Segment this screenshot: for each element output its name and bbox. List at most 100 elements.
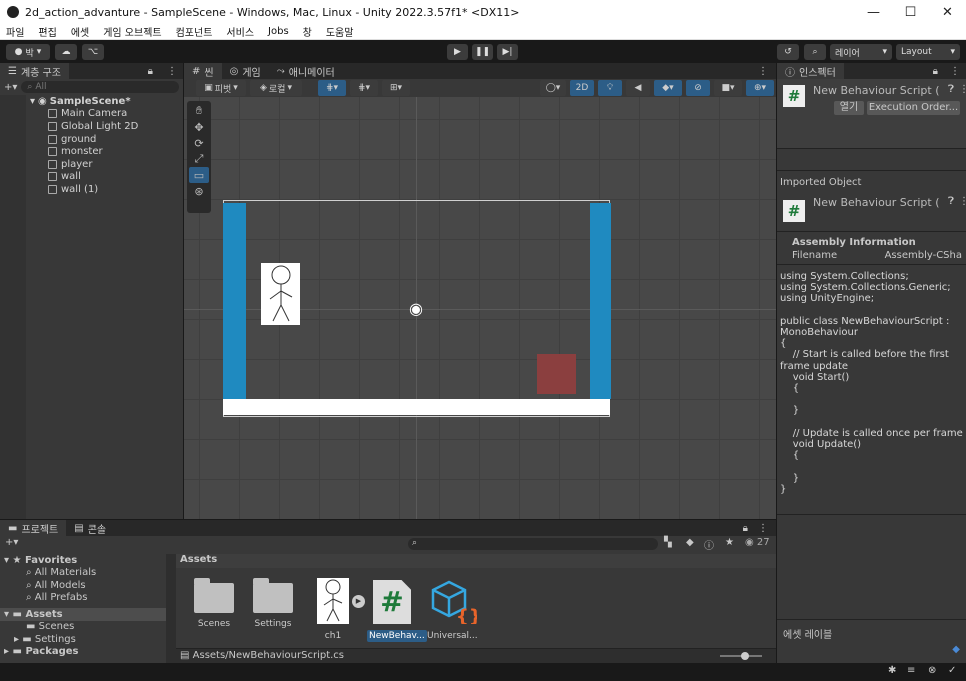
bug-icon[interactable]: ⊗	[928, 665, 936, 676]
menu-gameobject[interactable]: 게임 오브젝트	[103, 24, 161, 39]
hierarchy-item[interactable]: monster	[48, 145, 180, 158]
wall-right[interactable]	[590, 203, 611, 399]
menu-help[interactable]: 도움말	[326, 24, 354, 39]
hierarchy-search-input[interactable]: ⌕ All	[21, 81, 179, 93]
menu-window[interactable]: 창	[303, 24, 312, 39]
increment-snap-button[interactable]: ⋕▾	[350, 80, 378, 96]
audio-toggle[interactable]: ◀	[626, 80, 650, 96]
hierarchy-item[interactable]: Main Camera	[48, 108, 180, 121]
scene-viewport[interactable]: ◉ ✋︎ ✥ ⟳ ⤢ ▭ ⊛	[184, 97, 776, 519]
pivot-dropdown[interactable]: ▣ 피벗 ▾	[196, 80, 246, 96]
more-icon[interactable]: ⋮	[167, 66, 177, 77]
asset-settings-folder[interactable]: Settings	[248, 578, 298, 629]
tab-hierarchy[interactable]: ☰ 계층 구조	[0, 63, 69, 79]
favorites-row[interactable]: ▾ ★ Favorites	[0, 554, 166, 567]
menu-services[interactable]: 서비스	[226, 24, 254, 39]
expand-play-icon[interactable]: ▶	[352, 595, 365, 608]
account-button[interactable]: ● 박 ▾	[6, 44, 50, 60]
ground[interactable]	[223, 399, 610, 415]
tab-inspector[interactable]: ⓘ 인스펙터	[777, 63, 844, 79]
rect-tool-icon[interactable]: ▭	[189, 167, 209, 183]
project-search-input[interactable]: ⌕	[408, 538, 658, 550]
close-button[interactable]: ✕	[929, 5, 966, 20]
stack-icon[interactable]: ≡	[907, 665, 915, 676]
info-icon[interactable]: ⓘ	[704, 537, 714, 552]
grid-snap-button[interactable]: ⋕▾	[318, 80, 346, 96]
minimize-button[interactable]: —	[855, 5, 892, 20]
local-dropdown[interactable]: ◈ 로컬 ▾	[250, 80, 302, 96]
add-button[interactable]: +▾	[5, 537, 18, 548]
menu-assets[interactable]: 에셋	[71, 24, 89, 39]
zoom-slider[interactable]	[720, 652, 762, 660]
monster-sprite[interactable]	[537, 354, 576, 394]
camera-button[interactable]: ■▾	[714, 80, 742, 96]
tab-animator[interactable]: ⤳ 애니메이터	[269, 63, 343, 79]
tree-scrollbar[interactable]	[166, 554, 176, 663]
cloud-button[interactable]: ☁	[55, 44, 77, 60]
hierarchy-item[interactable]: Global Light 2D	[48, 120, 180, 133]
transform-tool-icon[interactable]: ⊛	[189, 183, 209, 199]
lock-icon[interactable]: 🔒︎	[743, 523, 748, 534]
hierarchy-item[interactable]: wall (1)	[48, 183, 180, 196]
play-button[interactable]: ▶	[447, 44, 468, 60]
collab-button[interactable]: ⌥	[82, 44, 104, 60]
menu-file[interactable]: 파일	[6, 24, 24, 39]
tab-game[interactable]: ◎ 게임	[222, 63, 269, 79]
label-filter-icon[interactable]: ◆	[686, 537, 694, 548]
scene-row[interactable]: ▾ ◉ SampleScene*	[30, 95, 180, 108]
help-icon[interactable]: ❓︎	[948, 84, 954, 95]
execution-order-button[interactable]: Execution Order...	[867, 101, 960, 115]
camera-gizmo-icon[interactable]: ◉	[406, 299, 426, 319]
gizmos-button[interactable]: ⊕▾	[746, 80, 774, 96]
lock-icon[interactable]: 🔒︎	[933, 66, 938, 77]
menu-component[interactable]: 컴포넌트	[176, 24, 213, 39]
lock-icon[interactable]: 🔒︎	[148, 66, 153, 77]
effects-toggle[interactable]: ◆▾	[654, 80, 682, 96]
favorite-item[interactable]: ⌕ All Prefabs	[0, 592, 166, 605]
2d-toggle[interactable]: 2D	[570, 80, 594, 96]
folder-item[interactable]: ▬ Scenes	[0, 621, 166, 634]
tag-icon[interactable]: ◆	[952, 644, 960, 655]
check-icon[interactable]: ✓	[948, 665, 956, 676]
tab-scene[interactable]: # 씬	[184, 63, 222, 79]
add-button[interactable]: +▾	[4, 82, 17, 93]
tab-console[interactable]: ▤ 콘솔	[66, 520, 114, 536]
more-icon[interactable]: ⋮	[959, 196, 966, 207]
shading-mode-button[interactable]: ◯▾	[540, 80, 566, 96]
tab-project[interactable]: ▬ 프로젝트	[0, 520, 67, 536]
breadcrumb[interactable]: Assets	[176, 554, 776, 568]
player-sprite[interactable]	[261, 263, 300, 325]
more-icon[interactable]: ⋮	[950, 66, 960, 77]
asset-scenes-folder[interactable]: Scenes	[189, 578, 239, 629]
assets-root-row[interactable]: ▾ ▬ Assets	[0, 608, 166, 621]
move-tool-icon[interactable]: ✥	[189, 119, 209, 135]
history-button[interactable]: ↺	[777, 44, 799, 60]
wall-left[interactable]	[223, 203, 246, 399]
asset-ch1-sprite[interactable]: ch1 ▶	[308, 578, 365, 641]
star-icon[interactable]: ★	[725, 537, 734, 548]
favorite-item[interactable]: ⌕ All Models	[0, 579, 166, 592]
align-button[interactable]: ⊞▾	[382, 80, 410, 96]
pause-button[interactable]: ❚❚	[472, 44, 493, 60]
zoom-slider-handle[interactable]	[741, 652, 749, 660]
hierarchy-item[interactable]: ground	[48, 133, 180, 146]
debug-icon[interactable]: ✱	[888, 665, 896, 676]
favorite-item[interactable]: ⌕ All Materials	[0, 567, 166, 580]
more-icon[interactable]: ⋮	[758, 523, 768, 534]
lighting-toggle[interactable]: 💡︎	[598, 80, 622, 96]
asset-newbehaviour-script[interactable]: # NewBehav...	[367, 578, 427, 642]
rotate-tool-icon[interactable]: ⟳	[189, 135, 209, 151]
hierarchy-item[interactable]: wall	[48, 171, 180, 184]
visibility-toggle[interactable]: ⊘	[686, 80, 710, 96]
more-icon[interactable]: ⋮	[959, 84, 966, 95]
more-icon[interactable]: ⋮	[758, 66, 768, 77]
menu-jobs[interactable]: Jobs	[268, 26, 289, 37]
search-button[interactable]: ⌕	[804, 44, 826, 60]
help-icon[interactable]: ❓︎	[948, 196, 954, 207]
layout-dropdown[interactable]: Layout ▾	[896, 44, 960, 60]
type-filter-icon[interactable]: ▚	[664, 537, 672, 548]
asset-universal-renderer[interactable]: {} Universal...	[427, 578, 482, 641]
hand-tool-icon[interactable]: ✋︎	[189, 103, 209, 119]
step-button[interactable]: ▶|	[497, 44, 518, 60]
folder-item[interactable]: ▸ ▬ Settings	[0, 633, 166, 646]
